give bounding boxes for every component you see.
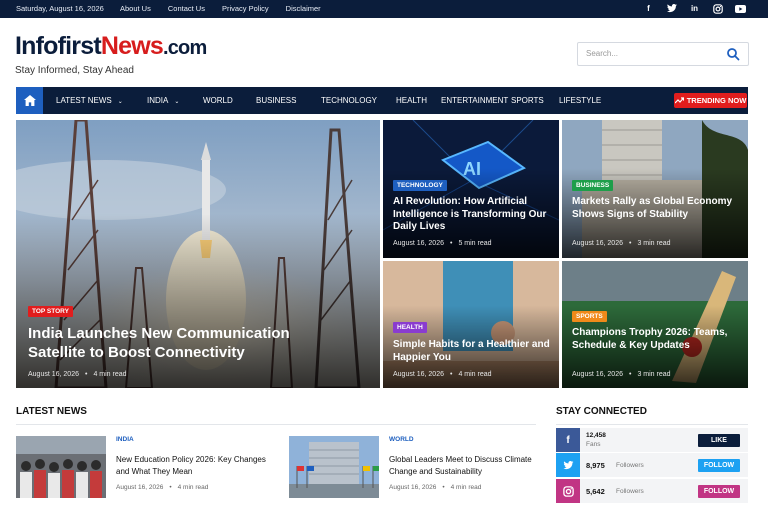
twitter-label: Followers: [616, 462, 644, 469]
nav-technology[interactable]: TECHNOLOGY: [321, 96, 377, 105]
nav-sports[interactable]: SPORTS: [511, 96, 544, 105]
twitter-icon[interactable]: [666, 3, 677, 14]
facebook-count: 12,458: [586, 432, 606, 439]
instagram-count: 5,642: [586, 487, 605, 496]
news-meta: August 16, 2026 • 4 min read: [116, 484, 209, 491]
top-story-badge[interactable]: TOP STORY: [28, 306, 73, 317]
youtube-icon[interactable]: [735, 3, 746, 14]
trending-now-button[interactable]: TRENDING NOW: [674, 93, 747, 108]
crowd-thumbnail: [16, 436, 106, 498]
tech-meta: August 16, 2026 • 5 min read: [393, 240, 492, 247]
instagram-icon[interactable]: [712, 3, 723, 14]
chevron-down-icon: ⌄: [117, 99, 123, 105]
latest-news-divider: [16, 424, 536, 425]
site-tagline: Stay Informed, Stay Ahead: [15, 65, 134, 76]
featured-story-technology[interactable]: AI TECHNOLOGY AI Revolution: How Artific…: [383, 120, 559, 258]
news-title[interactable]: New Education Policy 2026: Key Changes a…: [116, 454, 281, 477]
health-headline[interactable]: Simple Habits for a Healthier and Happie…: [393, 339, 553, 364]
nav-world[interactable]: WORLD: [203, 96, 233, 105]
twitter-icon[interactable]: [556, 453, 580, 477]
nav-latest-news[interactable]: LATEST NEWS ⌄: [56, 96, 123, 105]
instagram-label: Followers: [616, 488, 644, 495]
facebook-icon[interactable]: f: [556, 428, 580, 452]
news-item[interactable]: WORLD Global Leaders Meet to Discuss Cli…: [289, 436, 554, 500]
site-logo[interactable]: InfofirstNews.com: [15, 32, 207, 60]
instagram-icon[interactable]: [556, 479, 580, 503]
health-meta: August 16, 2026 • 4 min read: [393, 371, 492, 378]
home-button[interactable]: [16, 87, 43, 114]
sports-headline[interactable]: Champions Trophy 2026: Teams, Schedule &…: [572, 327, 732, 352]
latest-news-heading: LATEST NEWS: [16, 406, 87, 417]
business-badge[interactable]: BUSINESS: [572, 180, 614, 191]
like-button[interactable]: LIKE: [698, 434, 740, 447]
featured-story-sports[interactable]: SPORTS Champions Trophy 2026: Teams, Sch…: [562, 261, 748, 388]
featured-story-health[interactable]: HEALTH Simple Habits for a Healthier and…: [383, 261, 559, 388]
main-navigation: LATEST NEWS ⌄ INDIA ⌄ WORLD BUSINESS TECHN…: [16, 87, 748, 114]
current-date: Saturday, August 16, 2026: [16, 4, 104, 13]
nav-entertainment[interactable]: ENTERTAINMENT: [441, 96, 508, 105]
top-social-icons: f in: [643, 3, 746, 14]
search-input[interactable]: Search...: [586, 49, 618, 58]
linkedin-icon[interactable]: in: [689, 3, 700, 14]
trending-icon: [674, 97, 684, 104]
news-title[interactable]: Global Leaders Meet to Discuss Climate C…: [389, 454, 554, 477]
sports-badge[interactable]: SPORTS: [572, 311, 607, 322]
logo-part-news: News: [100, 32, 164, 60]
twitter-follow-button[interactable]: FOLLOW: [698, 459, 740, 472]
instagram-row: 5,642 Followers FOLLOW: [556, 479, 748, 503]
tech-headline[interactable]: AI Revolution: How Artificial Intelligen…: [393, 196, 553, 234]
top-bar: Saturday, August 16, 2026 About Us Conta…: [0, 0, 768, 18]
instagram-follow-button[interactable]: FOLLOW: [698, 485, 740, 498]
nav-india[interactable]: INDIA ⌄: [147, 96, 179, 105]
nav-lifestyle[interactable]: LIFESTYLE: [559, 96, 601, 105]
logo-part-com: .com: [162, 37, 207, 59]
flags-building-thumbnail: [289, 436, 379, 498]
technology-badge[interactable]: TECHNOLOGY: [393, 180, 447, 191]
news-meta: August 16, 2026 • 4 min read: [389, 484, 482, 491]
nav-health[interactable]: HEALTH: [396, 96, 427, 105]
facebook-row: f 12,458 Fans LIKE: [556, 428, 748, 452]
news-item[interactable]: INDIA New Education Policy 2026: Key Cha…: [16, 436, 281, 500]
twitter-row: 8,975 Followers FOLLOW: [556, 453, 748, 477]
main-headline[interactable]: India Launches New Communication Satelli…: [28, 325, 328, 363]
stay-connected-divider: [556, 424, 748, 425]
business-meta: August 16, 2026 • 3 min read: [572, 240, 671, 247]
facebook-icon[interactable]: f: [643, 3, 654, 14]
logo-part-infofirst: Infofirst: [15, 32, 102, 60]
business-headline[interactable]: Markets Rally as Global Economy Shows Si…: [572, 196, 742, 221]
disclaimer-link[interactable]: Disclaimer: [286, 4, 321, 13]
contact-us-link[interactable]: Contact Us: [168, 4, 205, 13]
twitter-count: 8,975: [586, 461, 605, 470]
about-us-link[interactable]: About Us: [120, 4, 151, 13]
facebook-label: Fans: [586, 441, 601, 448]
stay-connected-heading: STAY CONNECTED: [556, 406, 647, 417]
search-icon[interactable]: [726, 47, 740, 61]
featured-story-main[interactable]: TOP STORY India Launches New Communicati…: [16, 120, 380, 388]
main-meta: August 16, 2026 • 4 min read: [28, 371, 127, 378]
news-category-india[interactable]: INDIA: [116, 436, 134, 443]
sports-meta: August 16, 2026 • 3 min read: [572, 371, 671, 378]
featured-story-business[interactable]: BUSINESS Markets Rally as Global Economy…: [562, 120, 748, 258]
news-category-world[interactable]: WORLD: [389, 436, 414, 443]
privacy-policy-link[interactable]: Privacy Policy: [222, 4, 269, 13]
health-badge[interactable]: HEALTH: [393, 322, 427, 333]
top-links: About Us Contact Us Privacy Policy Discl…: [120, 4, 338, 13]
home-icon: [23, 95, 36, 106]
search-box[interactable]: Search...: [577, 42, 749, 66]
nav-business[interactable]: BUSINESS: [256, 96, 296, 105]
chevron-down-icon: ⌄: [174, 99, 180, 105]
